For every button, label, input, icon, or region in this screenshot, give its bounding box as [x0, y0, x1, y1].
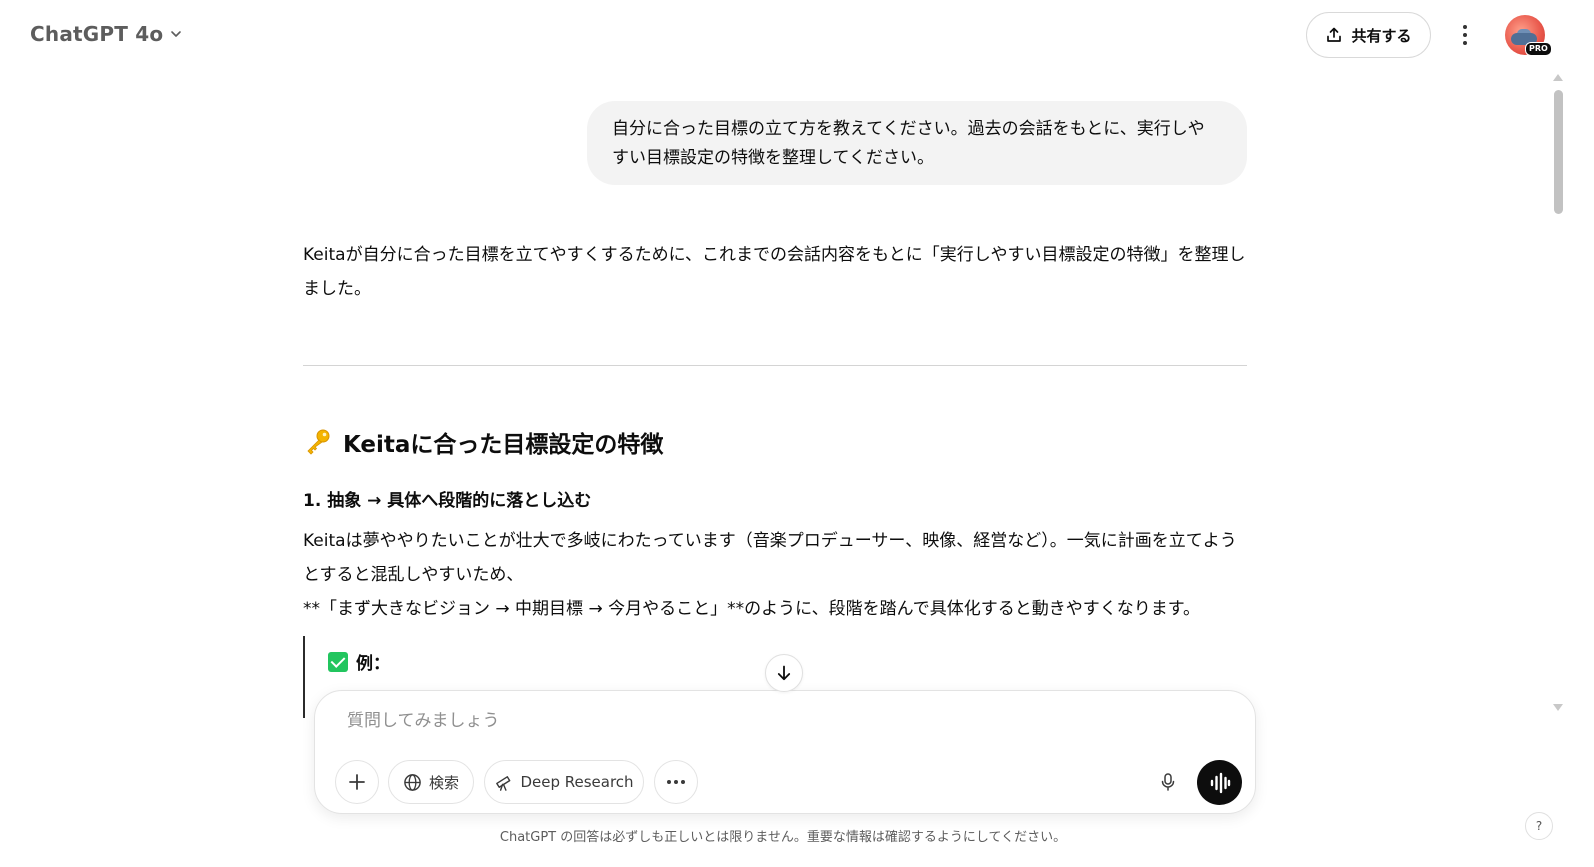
prompt-input[interactable] — [347, 711, 1147, 731]
item-paragraph-line1: Keitaは夢ややりたいことが壮大で多岐にわたっています（音楽プロデューサー、映… — [303, 531, 1237, 585]
deep-research-label: Deep Research — [520, 773, 634, 791]
key-icon — [307, 429, 330, 455]
check-mark-icon — [328, 651, 348, 672]
assistant-intro: Keitaが自分に合った目標を立てやすくするために、これまでの会話内容をもとに「… — [303, 245, 1246, 299]
deep-research-button[interactable]: Deep Research — [484, 760, 644, 804]
arrow-down-icon — [777, 665, 791, 681]
voice-mode-button[interactable] — [1197, 760, 1242, 805]
scroll-to-bottom-button[interactable] — [765, 654, 803, 692]
more-tools-button[interactable] — [654, 760, 698, 804]
voice-waveform-icon — [1210, 772, 1230, 793]
composer: 検索 Deep Research — [314, 690, 1256, 814]
example-label: 例： — [356, 654, 390, 674]
model-selector[interactable]: ChatGPT 4o — [30, 22, 183, 46]
divider — [303, 365, 1247, 366]
search-label: 検索 — [428, 773, 459, 792]
section-heading: Keitaに合った目標設定の特徴 — [303, 425, 663, 459]
plus-icon — [349, 774, 365, 790]
scroll-up-arrow-icon[interactable] — [1553, 74, 1563, 81]
section-title: Keitaに合った目標設定の特徴 — [343, 432, 664, 458]
scrollbar-thumb[interactable] — [1554, 90, 1563, 214]
example-label-row: 例： — [328, 649, 390, 674]
dictate-button[interactable] — [1146, 760, 1190, 804]
chevron-down-icon — [171, 31, 182, 37]
share-label: 共有する — [1351, 26, 1412, 45]
add-attachment-button[interactable] — [335, 760, 379, 804]
scroll-down-arrow-icon[interactable] — [1553, 704, 1563, 711]
pro-badge: PRO — [1525, 42, 1552, 56]
user-message-bubble: 自分に合った目標の立て方を教えてください。過去の会話をもとに、実行しやすい目標設… — [587, 101, 1247, 185]
telescope-icon — [496, 775, 511, 791]
disclaimer: ChatGPT の回答は必ずしも正しいとは限りません。重要な情報は確認するように… — [499, 830, 1067, 845]
globe-icon — [404, 773, 421, 791]
avatar[interactable]: PRO — [1505, 15, 1552, 56]
search-button[interactable]: 検索 — [388, 760, 474, 804]
ellipsis-icon — [667, 780, 685, 784]
share-icon — [1327, 27, 1342, 42]
top-bar: ChatGPT 4o 共有する PRO — [0, 0, 1594, 70]
user-message-text: 自分に合った目標の立て方を教えてください。過去の会話をもとに、実行しやすい目標設… — [612, 119, 1205, 168]
item-paragraph: Keitaは夢ややりたいことが壮大で多岐にわたっています（音楽プロデューサー、映… — [303, 524, 1248, 626]
item-heading: 1. 抽象 → 具体へ段階的に落とし込む — [303, 491, 592, 511]
share-button[interactable]: 共有する — [1306, 12, 1431, 58]
help-button[interactable]: ? — [1525, 812, 1553, 840]
more-options-icon[interactable] — [1450, 19, 1480, 51]
item-paragraph-line2: **「まず大きなビジョン → 中期目標 → 今月やること」**のように、段階を踏… — [303, 599, 1201, 619]
blockquote-bar — [303, 636, 305, 718]
microphone-icon — [1161, 773, 1175, 791]
model-name: ChatGPT 4o — [30, 22, 164, 46]
assistant-message: Keitaが自分に合った目標を立てやすくするために、これまでの会話内容をもとに「… — [303, 238, 1248, 306]
